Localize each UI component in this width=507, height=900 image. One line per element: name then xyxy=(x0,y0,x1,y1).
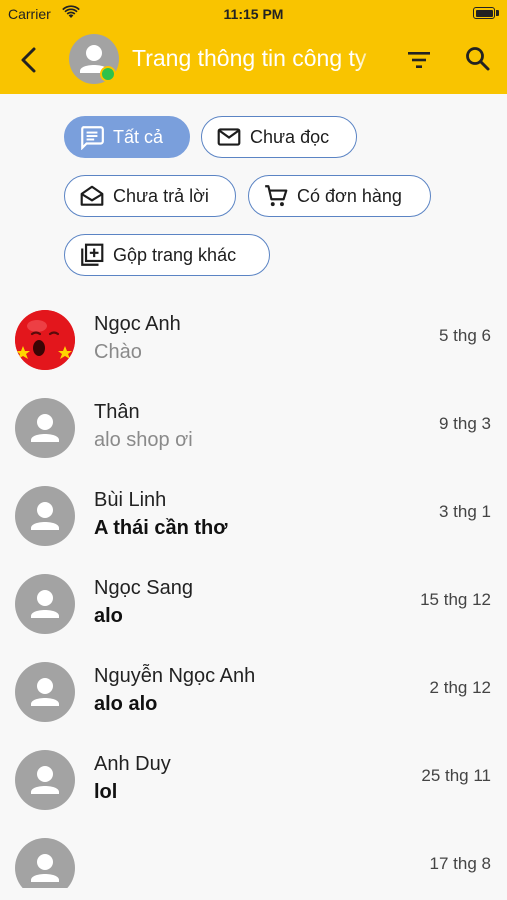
conversation-name: Anh Duy xyxy=(94,753,171,775)
conversation-preview: A thái cần thơ xyxy=(94,517,228,539)
filter-chip-label: Chưa trả lời xyxy=(113,185,209,206)
cart-icon xyxy=(265,185,288,207)
online-status-dot xyxy=(100,66,116,82)
conversation-date: 9 thg 3 xyxy=(439,414,491,433)
person-icon xyxy=(31,854,59,882)
filter-chip-label: Tất cả xyxy=(113,126,164,147)
mail-icon xyxy=(217,128,241,146)
page-title: Trang thông tin công ty xyxy=(132,45,367,71)
filter-chip-label: Gộp trang khác xyxy=(113,244,237,265)
filter-chip-all[interactable]: Tất cả xyxy=(64,116,190,158)
person-icon xyxy=(31,766,59,794)
filter-chip-label: Có đơn hàng xyxy=(297,185,402,206)
conversation-name: Nguyễn Ngọc Anh xyxy=(94,665,256,687)
back-arrow-icon[interactable] xyxy=(14,44,44,76)
person-icon xyxy=(31,502,59,530)
conversation-date: 15 thg 12 xyxy=(420,590,491,609)
conversation-date: 17 thg 8 xyxy=(429,854,491,873)
conversation-item[interactable]: Anh Duy lol 25 thg 11 xyxy=(0,732,507,820)
conversation-item[interactable]: Bùi Linh A thái cần thơ 3 thg 1 xyxy=(0,468,507,556)
conversation-preview: alo xyxy=(94,605,123,627)
conversation-preview: Chào xyxy=(94,341,142,363)
conversation-preview: alo alo xyxy=(94,693,158,715)
message-icon xyxy=(81,126,104,150)
contact-avatar xyxy=(15,398,75,458)
conversation-name: Thân xyxy=(94,401,140,423)
app-header: Carrier 11:15 PM Trang thông tin công ty xyxy=(0,0,507,94)
emoji-avatar xyxy=(15,310,75,370)
filter-icon[interactable] xyxy=(405,46,433,74)
conversation-preview: alo shop ơi xyxy=(94,429,193,451)
conversation-item[interactable]: Thân alo shop ơi 9 thg 3 xyxy=(0,380,507,468)
conversation-item[interactable]: Ngọc Sang alo 15 thg 12 xyxy=(0,556,507,644)
contact-avatar xyxy=(15,662,75,722)
conversation-date: 5 thg 6 xyxy=(439,326,491,345)
search-icon[interactable] xyxy=(463,44,493,74)
person-icon xyxy=(31,590,59,618)
conversation-name: Ngọc Anh xyxy=(94,313,181,335)
filter-chip-merge-pages[interactable]: Gộp trang khác xyxy=(64,234,270,276)
conversation-preview: lol xyxy=(94,781,118,803)
person-icon xyxy=(31,414,59,442)
contact-avatar xyxy=(15,750,75,810)
battery-icon xyxy=(473,7,495,19)
status-bar: Carrier 11:15 PM xyxy=(0,0,507,28)
contact-avatar xyxy=(15,838,75,888)
clock-label: 11:15 PM xyxy=(223,6,284,22)
conversation-name: Ngọc Sang xyxy=(94,577,193,599)
contact-avatar xyxy=(15,486,75,546)
battery-tip xyxy=(496,10,499,16)
conversation-date: 25 thg 11 xyxy=(421,766,491,785)
person-icon xyxy=(31,678,59,706)
open-mail-icon xyxy=(80,185,104,206)
conversation-name: Bùi Linh xyxy=(94,489,167,511)
filter-chip-unread[interactable]: Chưa đọc xyxy=(201,116,357,158)
filter-chip-unreplied[interactable]: Chưa trả lời xyxy=(64,175,236,217)
add-box-icon xyxy=(81,243,104,266)
conversation-item[interactable]: 17 thg 8 xyxy=(0,820,507,888)
conversation-date: 2 thg 12 xyxy=(429,678,491,697)
contact-avatar xyxy=(15,574,75,634)
conversation-item[interactable]: Ngọc Anh Chào 5 thg 6 xyxy=(0,292,507,380)
conversation-item[interactable]: Nguyễn Ngọc Anh alo alo 2 thg 12 xyxy=(0,644,507,732)
emoji-face-icon xyxy=(15,310,75,370)
filter-chip-has-order[interactable]: Có đơn hàng xyxy=(248,175,431,217)
conversation-date: 3 thg 1 xyxy=(439,502,491,521)
filter-chip-label: Chưa đọc xyxy=(250,126,330,147)
